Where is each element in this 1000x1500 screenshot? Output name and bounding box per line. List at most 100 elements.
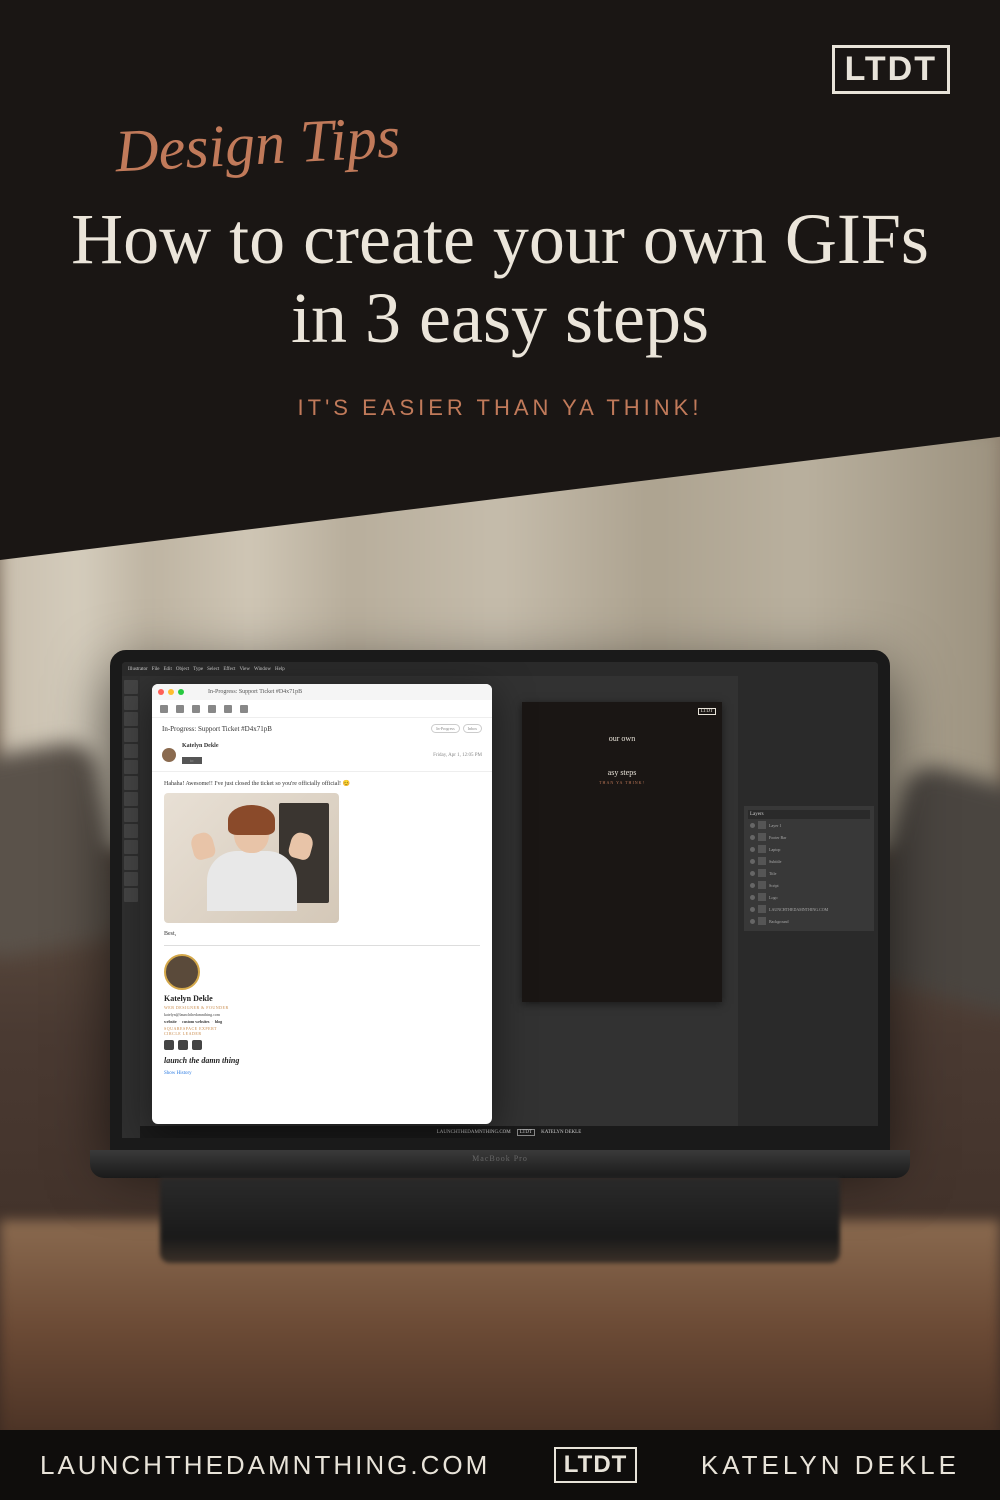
layer-thumbnail (758, 881, 766, 889)
gif-body (207, 851, 297, 911)
artboard-footer-name: KATELYN DEKLE (541, 1130, 581, 1135)
gradient-tool-icon (124, 824, 138, 838)
gif-hair (228, 805, 275, 835)
layer-thumbnail (758, 869, 766, 877)
minimize-icon (168, 689, 174, 695)
reply-all-icon (208, 705, 216, 713)
social-icon (192, 1040, 202, 1050)
gif-person (202, 813, 302, 923)
layer-row: Script (748, 879, 870, 891)
illustrator-toolbar (122, 676, 140, 1138)
email-body: Hahaha! Awesome!! I've just closed the t… (152, 772, 492, 1084)
layer-row: Logo (748, 891, 870, 903)
pen-tool-icon (124, 712, 138, 726)
layer-name: LAUNCHTHEDAMNTHING.COM (769, 907, 828, 912)
menu-file: File (152, 667, 160, 672)
layer-thumbnail (758, 893, 766, 901)
visibility-icon (750, 919, 755, 924)
footer-author: KATELYN DEKLE (701, 1450, 960, 1481)
sender-avatar (162, 748, 176, 762)
social-icon (164, 1040, 174, 1050)
artboard-footer: LAUNCHTHEDAMNTHING.COM LTDT KATELYN DEKL… (140, 1126, 878, 1138)
email-gif-attachment (164, 793, 339, 923)
visibility-icon (750, 883, 755, 888)
archive-icon (160, 705, 168, 713)
footer-url: LAUNCHTHEDAMNTHING.COM (40, 1450, 490, 1481)
layer-thumbnail (758, 845, 766, 853)
direct-select-tool-icon (124, 696, 138, 710)
signature-divider (164, 945, 480, 946)
signature-tag: CIRCLE LEADER (164, 1031, 480, 1036)
social-icon (178, 1040, 188, 1050)
page-subtitle: IT'S EASIER THAN YA THINK! (298, 395, 703, 421)
layer-thumbnail (758, 905, 766, 913)
page-title: How to create your own GIFs in 3 easy st… (50, 200, 950, 358)
layer-name: Title (769, 871, 776, 876)
artboard-tool-icon (124, 856, 138, 870)
signature-name: Katelyn Dekle (164, 994, 480, 1003)
rotate-tool-icon (124, 792, 138, 806)
menu-object: Object (176, 667, 189, 672)
show-history-link: Show History (164, 1071, 480, 1076)
artboard-subtitle-fragment: THAN YA THINK! (530, 780, 714, 785)
footer-bar: LAUNCHTHEDAMNTHING.COM LTDT KATELYN DEKL… (0, 1430, 1000, 1500)
selection-tool-icon (124, 680, 138, 694)
menu-effect: Effect (223, 667, 235, 672)
screen-content: Illustrator File Edit Object Type Select… (122, 662, 878, 1138)
signature-link: blog (215, 1019, 222, 1024)
eyedropper-tool-icon (124, 840, 138, 854)
layer-name: Layer 1 (769, 823, 781, 828)
laptop-model-label: MacBook Pro (472, 1154, 528, 1163)
menu-view: View (239, 667, 250, 672)
layer-thumbnail (758, 917, 766, 925)
email-message: Hahaha! Awesome!! I've just closed the t… (164, 780, 480, 787)
status-badge: In-Progress (431, 724, 459, 733)
layer-row: Layer 1 (748, 819, 870, 831)
layer-thumbnail (758, 833, 766, 841)
brand-logo: LTDT (832, 45, 950, 94)
signature-links: website·custom websites·blog (164, 1019, 480, 1024)
layer-name: Background (769, 919, 789, 924)
illustrator-menubar: Illustrator File Edit Object Type Select… (122, 662, 878, 676)
layer-name: Subtitle (769, 859, 781, 864)
signature-social-icons (164, 1040, 480, 1050)
signature-link: website (164, 1019, 177, 1024)
menu-select: Select (207, 667, 219, 672)
to-label: to: (182, 757, 202, 764)
email-date: Friday, Apr 1, 12:05 PM (433, 753, 482, 758)
layers-panel: Layers Layer 1 Footer Bar Laptop Subtitl… (744, 806, 874, 931)
eraser-tool-icon (124, 776, 138, 790)
layer-name: Logo (769, 895, 777, 900)
email-titlebar: In-Progress: Support Ticket #D4x71pB (152, 684, 492, 700)
layer-name: Laptop (769, 847, 780, 852)
artboard-title-fragment: asy steps (530, 769, 714, 778)
visibility-icon (750, 871, 755, 876)
menu-edit: Edit (164, 667, 172, 672)
gif-head (234, 813, 269, 853)
footer-logo-wrap: LTDT (554, 1447, 638, 1483)
flag-icon (240, 705, 248, 713)
laptop-screen: Illustrator File Edit Object Type Select… (110, 650, 890, 1150)
illustrator-artboard: LTDT our own asy steps THAN YA THINK! (522, 702, 722, 1002)
layer-thumbnail (758, 821, 766, 829)
folder-badge: Inbox (463, 724, 482, 733)
laptop-keyboard (160, 1178, 840, 1263)
visibility-icon (750, 907, 755, 912)
close-icon (158, 689, 164, 695)
rectangle-tool-icon (124, 744, 138, 758)
menu-type: Type (193, 667, 203, 672)
layer-row: Footer Bar (748, 831, 870, 843)
trash-icon (176, 705, 184, 713)
email-from-row: Katelyn Dekle to: Friday, Apr 1, 12:05 P… (152, 739, 492, 772)
layer-thumbnail (758, 857, 766, 865)
email-subject: In-Progress: Support Ticket #D4x71pB (162, 725, 272, 733)
gif-hand (189, 831, 217, 862)
artboard-logo: LTDT (698, 708, 716, 715)
artboard-footer-url: LAUNCHTHEDAMNTHING.COM (437, 1130, 511, 1135)
app-name: Illustrator (128, 667, 148, 672)
email-subject-row: In-Progress: Support Ticket #D4x71pB In-… (152, 718, 492, 739)
layer-name: Footer Bar (769, 835, 786, 840)
brush-tool-icon (124, 760, 138, 774)
reply-icon (192, 705, 200, 713)
layers-panel-header: Layers (748, 810, 870, 819)
